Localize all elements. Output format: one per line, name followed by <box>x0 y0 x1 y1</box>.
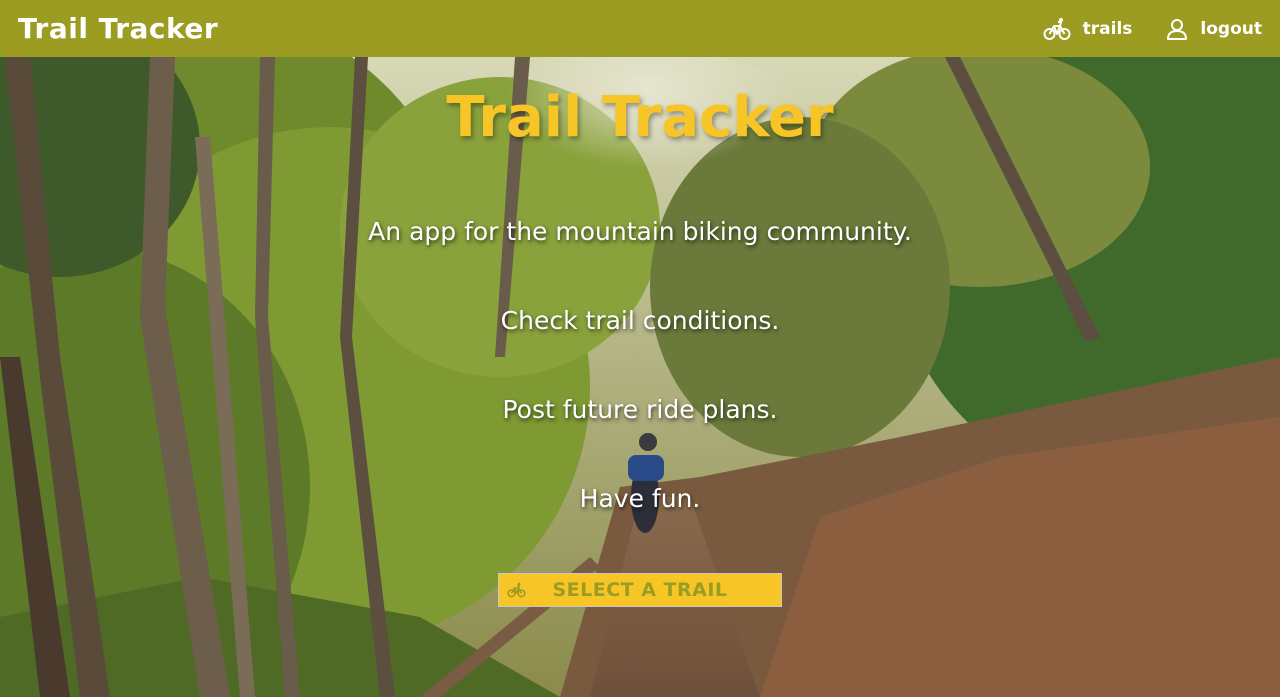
brand-logo-link[interactable]: Trail Tracker <box>18 12 218 45</box>
tagline-conditions: Check trail conditions. <box>500 306 780 335</box>
nav-trails-label: trails <box>1082 18 1133 39</box>
bicycle-icon <box>1043 17 1071 40</box>
tagline-ride-plans: Post future ride plans. <box>502 395 778 424</box>
nav-logout-label: logout <box>1200 18 1262 39</box>
tagline-community: An app for the mountain biking community… <box>368 217 912 246</box>
nav-links: trails logout <box>1043 17 1262 41</box>
bicycle-icon <box>507 582 526 598</box>
select-trail-button[interactable]: SELECT A TRAIL <box>498 573 782 607</box>
top-navbar: Trail Tracker trails logout <box>0 0 1280 57</box>
hero-title: Trail Tracker <box>446 85 834 150</box>
nav-trails-link[interactable]: trails <box>1043 17 1133 41</box>
nav-logout-link[interactable]: logout <box>1166 18 1262 40</box>
tagline-have-fun: Have fun. <box>579 484 701 513</box>
user-icon <box>1167 18 1188 40</box>
hero-content: Trail Tracker An app for the mountain bi… <box>0 57 1280 697</box>
hero-section: Trail Tracker An app for the mountain bi… <box>0 57 1280 697</box>
select-trail-label: SELECT A TRAIL <box>552 579 728 601</box>
